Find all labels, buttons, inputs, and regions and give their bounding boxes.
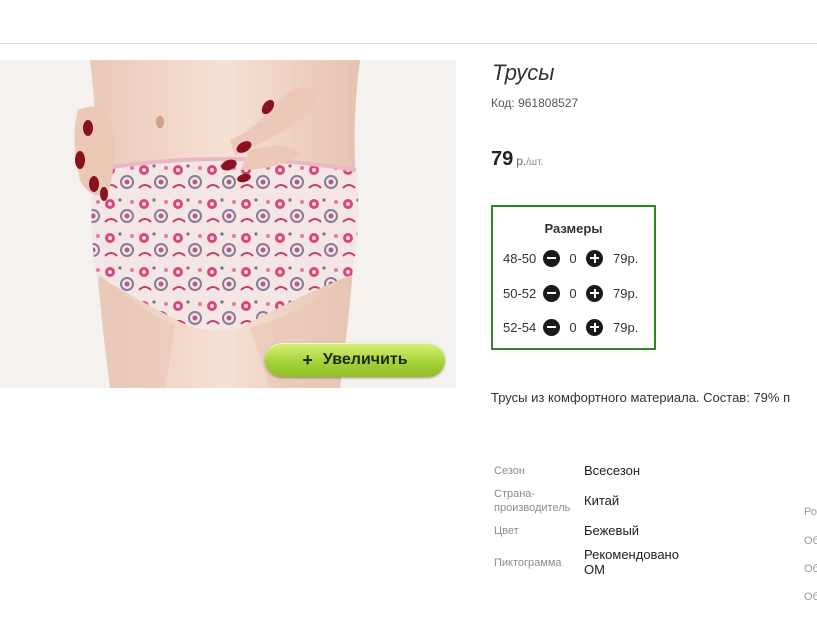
edge-label: Ро <box>804 506 817 518</box>
size-quantity[interactable]: 0 <box>560 251 586 266</box>
plus-circle-icon[interactable] <box>586 284 603 302</box>
spec-value-season: Всесезон <box>584 463 641 478</box>
size-price: 79р. <box>613 319 639 335</box>
minus-circle-icon[interactable] <box>543 318 560 336</box>
zoom-button-label: Увеличить <box>322 351 408 368</box>
sizes-panel: Размеры 48-50 0 79р. 50-52 0 79р. 52-54 … <box>491 205 656 350</box>
size-row: 50-52 0 79р. <box>503 283 638 303</box>
product-code: Код: 961808527 <box>491 96 579 110</box>
product-title: Трусы <box>492 60 555 85</box>
spec-value-pictogram: Рекомендовано ОМ <box>584 547 679 577</box>
price-value: 79 <box>491 148 514 170</box>
plus-icon: + <box>302 349 313 370</box>
spec-label-country: Страна-производитель <box>494 488 571 514</box>
edge-label: Об <box>804 535 817 547</box>
spec-label-pictogram: Пиктограмма <box>494 557 562 569</box>
size-range: 48-50 <box>503 250 537 266</box>
product-description: Трусы из комфортного материала. Состав: … <box>491 390 791 405</box>
size-price: 79р. <box>613 285 639 301</box>
size-range: 52-54 <box>503 319 537 335</box>
product-photo <box>0 60 456 388</box>
price-per: /шт. <box>526 157 544 168</box>
size-row: 52-54 0 79р. <box>503 317 638 337</box>
price-unit: р./шт. <box>516 154 544 168</box>
zoom-button[interactable]: + Увеличить <box>265 343 445 377</box>
product-image[interactable] <box>0 60 456 388</box>
plus-circle-icon[interactable] <box>586 318 603 336</box>
spec-value-color: Бежевый <box>584 523 640 538</box>
size-price: 79р. <box>613 250 639 266</box>
edge-label: Об <box>804 591 817 603</box>
edge-label: Об <box>804 563 817 575</box>
size-range: 50-52 <box>503 285 537 301</box>
spec-label-season: Сезон <box>494 465 525 477</box>
plus-circle-icon[interactable] <box>586 249 603 267</box>
sizes-title: Размеры <box>544 221 603 236</box>
minus-circle-icon[interactable] <box>543 249 560 267</box>
minus-circle-icon[interactable] <box>543 284 560 302</box>
size-quantity[interactable]: 0 <box>560 286 586 301</box>
size-row: 48-50 0 79р. <box>503 248 638 268</box>
header-divider <box>0 43 817 44</box>
spec-label-color: Цвет <box>494 525 519 537</box>
size-quantity[interactable]: 0 <box>560 320 586 335</box>
product-price: 79 р./шт. <box>491 148 543 171</box>
spec-value-country: Китай <box>584 493 620 508</box>
